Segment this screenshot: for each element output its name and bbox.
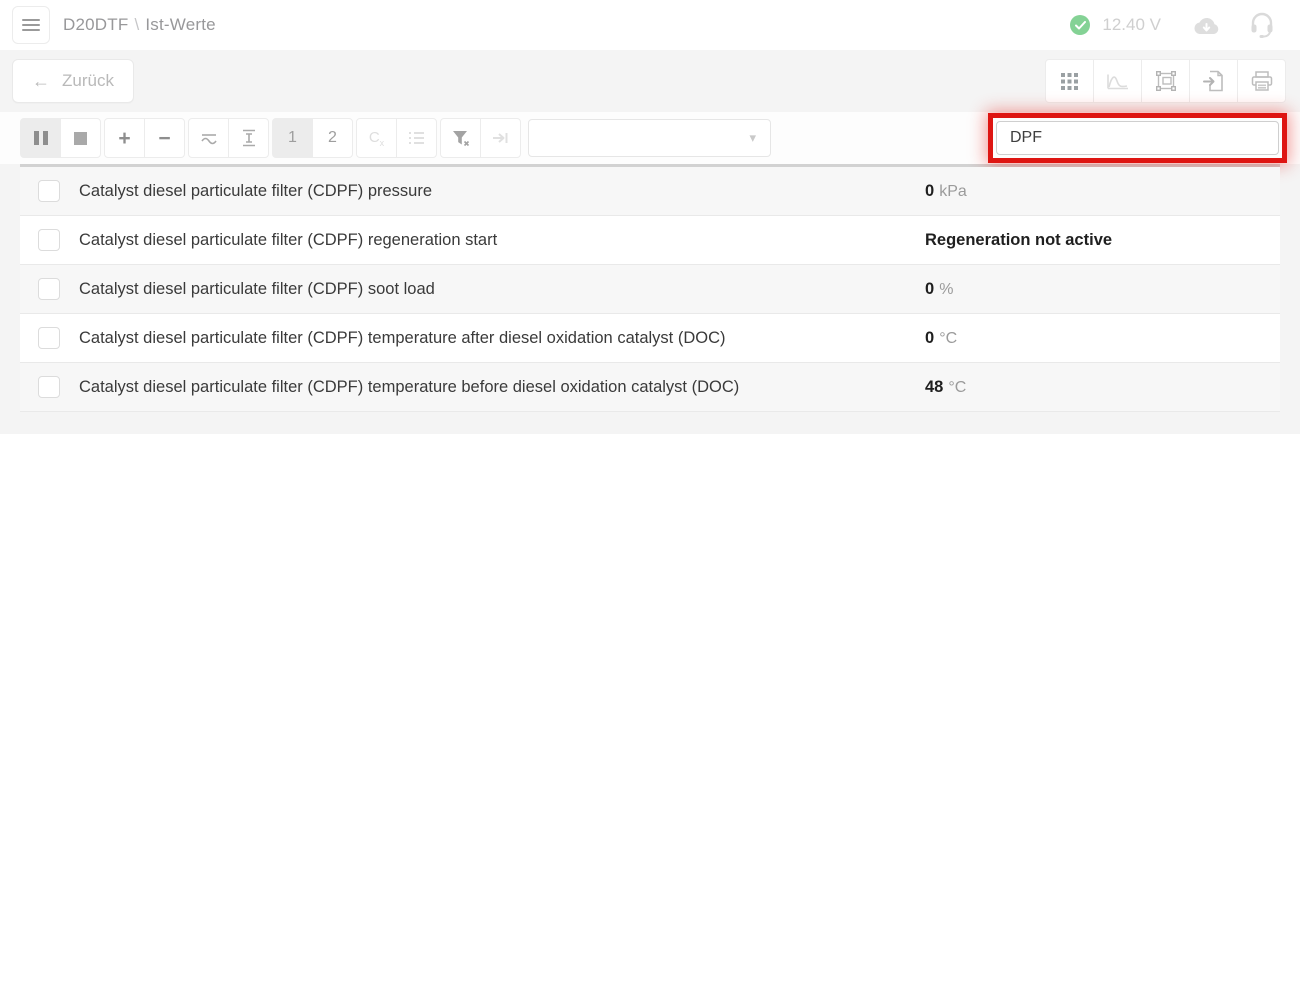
breadcrumb-device: D20DTF: [63, 15, 128, 34]
breadcrumb: D20DTF \ Ist-Werte: [63, 15, 216, 35]
menu-icon: [22, 19, 40, 31]
filter-clear-icon: [452, 130, 470, 147]
minus-icon: −: [158, 128, 170, 149]
selection-frame-icon: [1155, 70, 1177, 92]
battery-voltage: 12.40 V: [1102, 15, 1161, 35]
table-row[interactable]: Catalyst diesel particulate filter (CDPF…: [20, 265, 1280, 314]
zoom-in-button[interactable]: +: [104, 118, 145, 158]
grid-view-icon: [1061, 73, 1078, 90]
action-bar: ← Zurück: [0, 50, 1300, 112]
smoothing-icon: [200, 131, 218, 145]
list-icon: [408, 131, 425, 145]
row-label: Catalyst diesel particulate filter (CDPF…: [79, 182, 432, 201]
list-button[interactable]: [396, 118, 437, 158]
row-checkbox[interactable]: [38, 180, 60, 202]
chevron-down-icon: ▾: [749, 130, 756, 146]
breadcrumb-separator: \: [134, 15, 139, 34]
row-value: 0kPa: [925, 182, 967, 201]
pause-icon: [34, 131, 48, 145]
jump-to-end-button[interactable]: [480, 118, 521, 158]
page-1-button[interactable]: 1: [272, 118, 313, 158]
view-toolbar: [1045, 59, 1286, 103]
fit-height-button[interactable]: [228, 118, 269, 158]
content-section: ← Zurück: [0, 50, 1300, 434]
fit-height-icon: [241, 129, 257, 147]
row-label: Catalyst diesel particulate filter (CDPF…: [79, 280, 435, 299]
menu-button[interactable]: [12, 6, 50, 44]
chart-toolbar: + − 1: [0, 112, 1300, 164]
filter-clear-button[interactable]: [440, 118, 481, 158]
row-value: Regeneration not active: [925, 231, 1117, 250]
page-2-button[interactable]: 2: [312, 118, 353, 158]
chart-view-button[interactable]: [1093, 59, 1142, 103]
row-checkbox[interactable]: [38, 229, 60, 251]
row-checkbox[interactable]: [38, 376, 60, 398]
clear-button[interactable]: Cx: [356, 118, 397, 158]
row-value: 48°C: [925, 378, 966, 397]
row-unit: kPa: [939, 183, 967, 200]
top-header: D20DTF \ Ist-Werte 12.40 V: [0, 0, 1300, 50]
row-unit: °C: [939, 330, 957, 347]
arrow-to-bar-icon: [492, 131, 509, 145]
back-button[interactable]: ← Zurück: [12, 59, 134, 103]
row-unit: %: [939, 281, 953, 298]
row-label: Catalyst diesel particulate filter (CDPF…: [79, 231, 497, 250]
print-icon: [1251, 71, 1273, 92]
row-checkbox[interactable]: [38, 327, 60, 349]
row-label: Catalyst diesel particulate filter (CDPF…: [79, 378, 739, 397]
table-row[interactable]: Catalyst diesel particulate filter (CDPF…: [20, 216, 1280, 265]
grid-view-button[interactable]: [1045, 59, 1094, 103]
back-button-label: Zurück: [62, 71, 114, 91]
search-input[interactable]: [996, 121, 1279, 155]
pause-button[interactable]: [20, 118, 61, 158]
row-value: 0%: [925, 280, 953, 299]
export-button[interactable]: [1189, 59, 1238, 103]
table-row[interactable]: Catalyst diesel particulate filter (CDPF…: [20, 167, 1280, 216]
live-values-table: Catalyst diesel particulate filter (CDPF…: [20, 164, 1280, 412]
print-button[interactable]: [1237, 59, 1286, 103]
back-arrow-icon: ←: [32, 71, 50, 92]
clear-icon: Cx: [369, 129, 384, 148]
headset-icon[interactable]: [1250, 12, 1274, 38]
breadcrumb-page: Ist-Werte: [145, 15, 215, 34]
cloud-download-icon[interactable]: [1193, 16, 1220, 35]
chart-view-icon: [1107, 72, 1129, 90]
zoom-out-button[interactable]: −: [144, 118, 185, 158]
status-ok-check-icon: [1070, 15, 1090, 35]
channel-select-dropdown[interactable]: ▾: [528, 119, 771, 157]
row-value: 0°C: [925, 329, 957, 348]
stop-icon: [74, 132, 87, 145]
table-row[interactable]: Catalyst diesel particulate filter (CDPF…: [20, 363, 1280, 412]
annotation-highlight-box: [988, 113, 1287, 163]
export-icon: [1203, 70, 1224, 92]
plus-icon: +: [118, 128, 130, 149]
table-row[interactable]: Catalyst diesel particulate filter (CDPF…: [20, 314, 1280, 363]
stop-button[interactable]: [60, 118, 101, 158]
selection-frame-button[interactable]: [1141, 59, 1190, 103]
smoothing-button[interactable]: [188, 118, 229, 158]
row-unit: °C: [948, 379, 966, 396]
row-checkbox[interactable]: [38, 278, 60, 300]
row-label: Catalyst diesel particulate filter (CDPF…: [79, 329, 726, 348]
